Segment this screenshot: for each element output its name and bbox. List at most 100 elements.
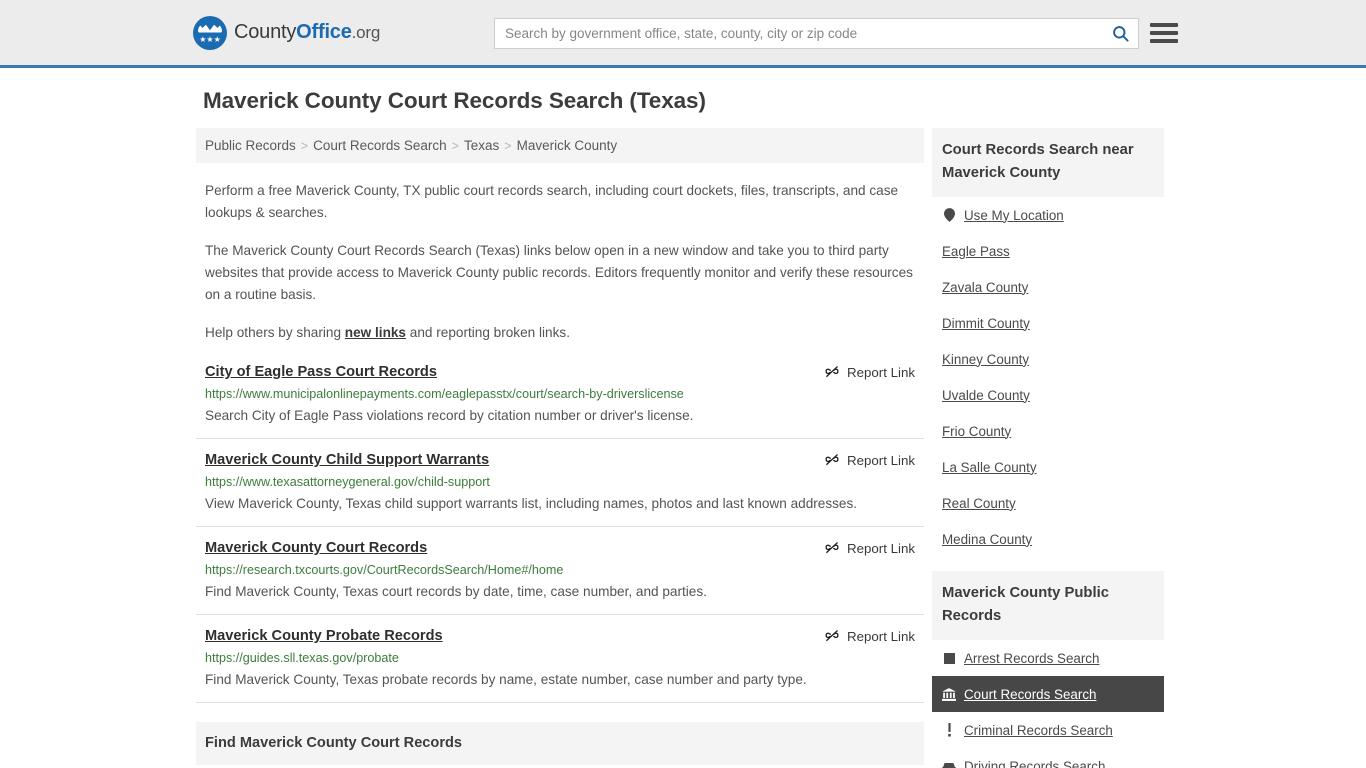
page-title: Maverick County Court Records Search (Te… <box>203 88 706 113</box>
public-records-item-criminal[interactable]: Criminal Records Search <box>932 712 1164 748</box>
results-list: City of Eagle Pass Court Records Report … <box>196 363 924 703</box>
result-url: https://www.texasattorneygeneral.gov/chi… <box>205 475 490 489</box>
intro-p3-after: and reporting broken links. <box>406 325 570 340</box>
nearby-link-item[interactable]: Kinney County <box>932 341 1164 377</box>
intro-paragraph-1: Perform a free Maverick County, TX publi… <box>205 183 899 220</box>
breadcrumb-separator: > <box>504 138 512 153</box>
public-records-heading: Maverick County Public Records <box>932 571 1164 640</box>
nearby-link-item[interactable]: Real County <box>932 485 1164 521</box>
intro-paragraph-2: The Maverick County Court Records Search… <box>205 243 913 302</box>
result-header: City of Eagle Pass Court Records Report … <box>205 363 915 382</box>
new-links-link[interactable]: new links <box>345 325 406 340</box>
broken-link-icon <box>824 628 840 644</box>
result-title-link[interactable]: Maverick County Child Support Warrants <box>205 451 489 470</box>
find-records-panel: Find Maverick County Court Records <box>196 722 924 765</box>
report-link-button[interactable]: Report Link <box>824 451 915 468</box>
result-header: Maverick County Child Support Warrants R… <box>205 451 915 470</box>
map-pin-icon <box>942 208 956 222</box>
public-records-item-driving[interactable]: Driving Records Search <box>932 748 1164 768</box>
square-icon <box>942 651 956 665</box>
public-records-link-court[interactable]: Court Records Search <box>964 687 1096 702</box>
intro-p3-before: Help others by sharing <box>205 325 345 340</box>
breadcrumb-item-public-records[interactable]: Public Records <box>205 138 296 153</box>
nearby-link-dimmit-county[interactable]: Dimmit County <box>942 316 1030 331</box>
breadcrumb: Public Records > Court Records Search > … <box>196 128 924 163</box>
public-records-link-driving[interactable]: Driving Records Search <box>964 759 1105 768</box>
result-url: https://research.txcourts.gov/CourtRecor… <box>205 563 564 577</box>
intro-paragraph-3: Help others by sharing new links and rep… <box>205 322 915 344</box>
site-logo[interactable]: ★★★ CountyOffice.org <box>193 15 380 50</box>
nearby-search-heading: Court Records Search near Maverick Count… <box>932 128 1164 197</box>
result-item: Maverick County Court Records Report Lin… <box>196 527 924 615</box>
exclamation-icon <box>942 723 956 737</box>
breadcrumb-separator: > <box>451 138 459 153</box>
result-header: Maverick County Court Records Report Lin… <box>205 539 915 558</box>
broken-link-icon <box>824 540 840 556</box>
nearby-link-kinney-county[interactable]: Kinney County <box>942 352 1029 367</box>
brand-part-office: Office <box>296 21 352 43</box>
hamburger-menu-icon[interactable] <box>1150 19 1178 47</box>
public-records-item-court[interactable]: Court Records Search <box>932 676 1164 712</box>
breadcrumb-item-court-records-search[interactable]: Court Records Search <box>313 138 447 153</box>
breadcrumb-item-texas[interactable]: Texas <box>464 138 499 153</box>
search-bar[interactable] <box>494 18 1139 49</box>
result-url: https://guides.sll.texas.gov/probate <box>205 651 399 665</box>
use-my-location-item[interactable]: Use My Location <box>932 197 1164 233</box>
nearby-links-list: Use My Location Eagle Pass Zavala County… <box>932 197 1164 557</box>
public-records-item-arrest[interactable]: Arrest Records Search <box>932 640 1164 676</box>
result-title-link[interactable]: City of Eagle Pass Court Records <box>205 363 437 382</box>
result-description: Find Maverick County, Texas probate reco… <box>205 672 807 687</box>
eagle-emblem-icon: ★★★ <box>193 15 227 50</box>
nearby-link-item[interactable]: Dimmit County <box>932 305 1164 341</box>
nearby-link-medina-county[interactable]: Medina County <box>942 532 1032 547</box>
result-description: Find Maverick County, Texas court record… <box>205 584 707 599</box>
report-link-label: Report Link <box>847 628 915 644</box>
nearby-link-uvalde-county[interactable]: Uvalde County <box>942 388 1030 403</box>
nearby-link-la-salle-county[interactable]: La Salle County <box>942 460 1037 475</box>
car-icon <box>942 759 956 768</box>
broken-link-icon <box>824 452 840 468</box>
nearby-link-item[interactable]: Eagle Pass <box>932 233 1164 269</box>
nearby-link-frio-county[interactable]: Frio County <box>942 424 1011 439</box>
brand-wordmark: CountyOffice.org <box>234 21 380 44</box>
use-my-location-link[interactable]: Use My Location <box>964 208 1064 223</box>
intro-text: Perform a free Maverick County, TX publi… <box>196 180 924 344</box>
page-body: Maverick County Court Records Search (Te… <box>0 88 1366 768</box>
search-input[interactable] <box>495 19 1102 48</box>
report-link-label: Report Link <box>847 540 915 556</box>
public-records-list: Arrest Records Search Court Records Sear… <box>932 640 1164 768</box>
main-column: Public Records > Court Records Search > … <box>196 128 924 768</box>
result-item: Maverick County Child Support Warrants R… <box>196 439 924 527</box>
nearby-link-item[interactable]: La Salle County <box>932 449 1164 485</box>
nearby-link-item[interactable]: Uvalde County <box>932 377 1164 413</box>
broken-link-icon <box>824 364 840 380</box>
brand-part-org: .org <box>351 23 381 42</box>
nearby-link-item[interactable]: Medina County <box>932 521 1164 557</box>
nearby-link-eagle-pass[interactable]: Eagle Pass <box>942 244 1010 259</box>
nearby-link-item[interactable]: Frio County <box>932 413 1164 449</box>
result-description: Search City of Eagle Pass violations rec… <box>205 408 694 423</box>
result-item: Maverick County Probate Records Report L… <box>196 615 924 703</box>
search-button[interactable] <box>1102 19 1138 48</box>
result-title-link[interactable]: Maverick County Probate Records <box>205 627 443 646</box>
report-link-button[interactable]: Report Link <box>824 627 915 644</box>
public-records-link-criminal[interactable]: Criminal Records Search <box>964 723 1113 738</box>
result-description: View Maverick County, Texas child suppor… <box>205 496 858 511</box>
result-title-link[interactable]: Maverick County Court Records <box>205 539 427 558</box>
report-link-label: Report Link <box>847 364 915 380</box>
result-item: City of Eagle Pass Court Records Report … <box>196 363 924 439</box>
result-header: Maverick County Probate Records Report L… <box>205 627 915 646</box>
public-records-link-arrest[interactable]: Arrest Records Search <box>964 651 1099 666</box>
nearby-link-item[interactable]: Zavala County <box>932 269 1164 305</box>
result-url: https://www.municipalonlinepayments.com/… <box>205 387 684 401</box>
report-link-button[interactable]: Report Link <box>824 539 915 556</box>
brand-part-county: County <box>234 21 297 43</box>
breadcrumb-separator: > <box>300 138 309 153</box>
content-row: Public Records > Court Records Search > … <box>0 128 1366 768</box>
nearby-link-zavala-county[interactable]: Zavala County <box>942 280 1028 295</box>
breadcrumb-item-maverick-county: Maverick County <box>516 138 618 153</box>
report-link-button[interactable]: Report Link <box>824 363 915 380</box>
search-icon <box>1111 24 1130 43</box>
site-header: ★★★ CountyOffice.org <box>0 0 1366 68</box>
nearby-link-real-county[interactable]: Real County <box>942 496 1016 511</box>
